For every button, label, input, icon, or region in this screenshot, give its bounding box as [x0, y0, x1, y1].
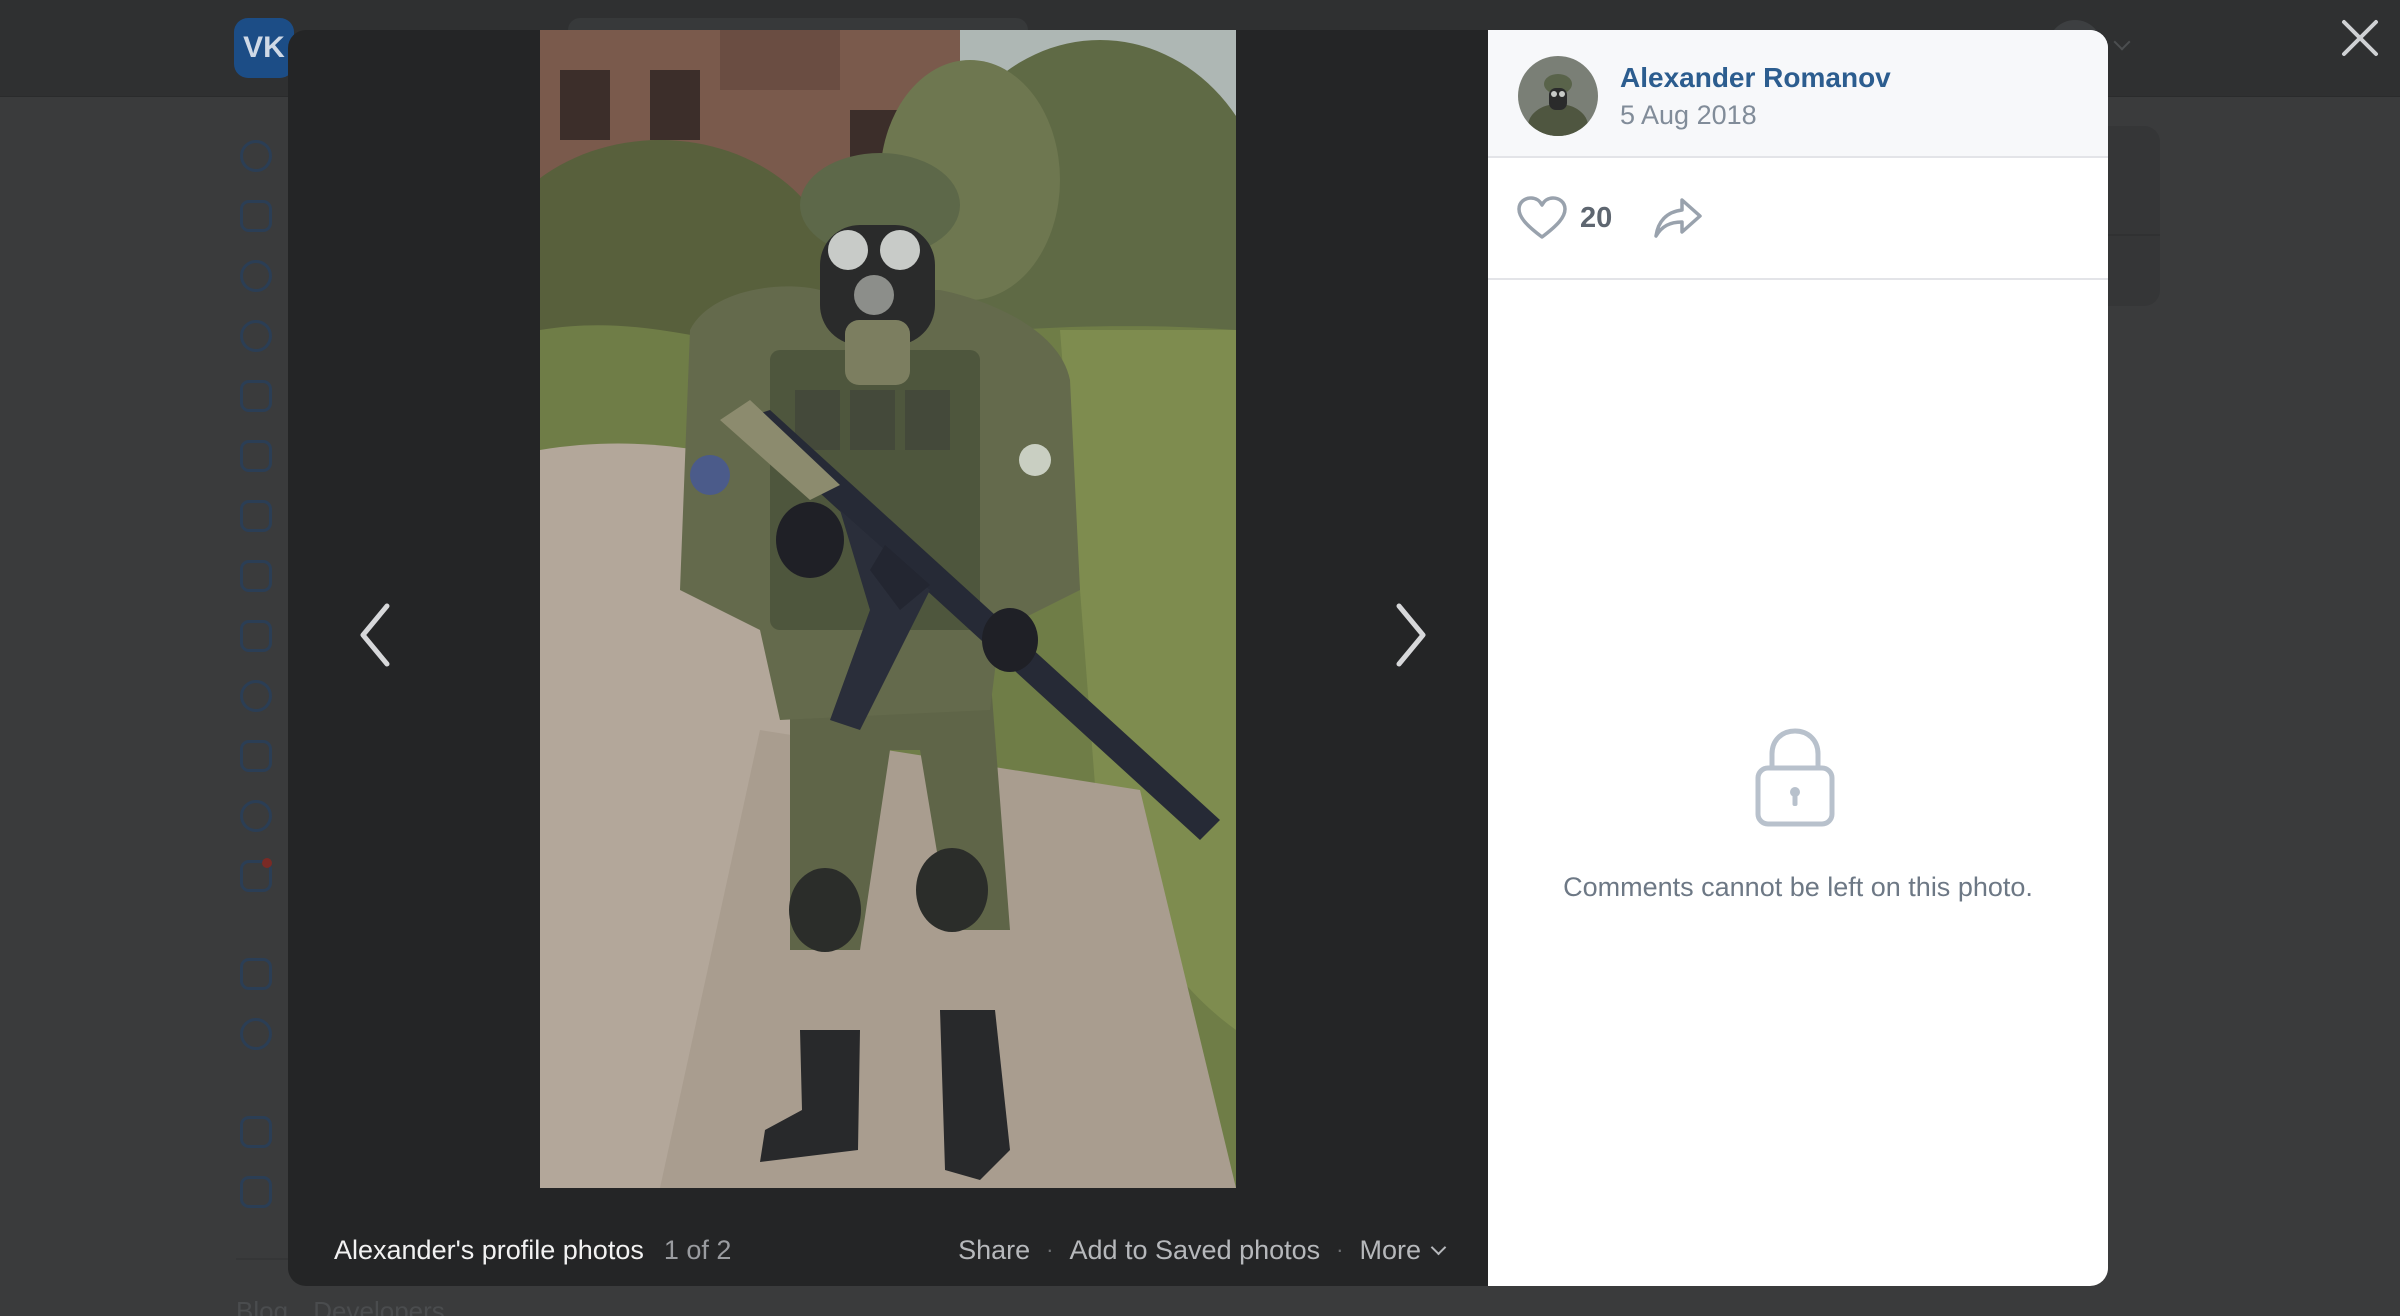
photo-actions: Share · Add to Saved photos · More: [958, 1214, 1447, 1286]
photo-bottom-bar: Alexander's profile photos 1 of 2 Share …: [288, 1214, 1488, 1286]
stickers-icon: [240, 800, 272, 832]
previous-photo-button[interactable]: [340, 570, 410, 700]
background-footer: Blog Developers: [236, 1296, 445, 1316]
share-button[interactable]: [1652, 194, 1704, 242]
action-separator: ·: [1336, 1237, 1344, 1262]
reactions-bar: 20: [1488, 158, 2108, 280]
communities-icon: [240, 440, 272, 472]
payments-icon: [240, 1018, 272, 1050]
music-icon: [240, 560, 272, 592]
games-icon: [240, 740, 272, 772]
chevron-down-icon: [2113, 33, 2131, 51]
footer-link-blog: Blog: [236, 1296, 289, 1316]
news-icon: [240, 200, 272, 232]
close-icon: [2342, 20, 2378, 56]
messages-icon: [240, 260, 272, 292]
calls-icon: [240, 320, 272, 352]
author-avatar-image: [1518, 56, 1598, 136]
author-header: Alexander Romanov 5 Aug 2018: [1488, 30, 2108, 158]
author-name-link[interactable]: Alexander Romanov: [1620, 62, 1891, 94]
soldier-photo-image: [540, 30, 1236, 1188]
add-to-saved-photos-link[interactable]: Add to Saved photos: [1069, 1235, 1320, 1266]
action-separator: ·: [1046, 1237, 1054, 1262]
comments-disabled-message: Comments cannot be left on this photo.: [1563, 872, 2033, 902]
photos-icon: [240, 500, 272, 532]
chevron-left-icon: [360, 603, 390, 667]
profile-icon: [240, 140, 272, 172]
clips-icon: [240, 680, 272, 712]
photo-pane: Alexander's profile photos 1 of 2 Share …: [288, 30, 1488, 1286]
heart-icon: [1517, 196, 1567, 239]
photo-viewer: Alexander's profile photos 1 of 2 Share …: [288, 30, 2108, 1286]
more-label: More: [1359, 1234, 1421, 1265]
bookmarks-icon: [240, 1116, 272, 1148]
background-footer-divider: [236, 1258, 296, 1260]
author-avatar[interactable]: [1518, 56, 1598, 136]
chevron-down-icon: [1430, 1239, 1447, 1255]
photo-counter: 1 of 2: [663, 1234, 732, 1265]
next-photo-button[interactable]: [1376, 570, 1446, 700]
footer-link-developers: Developers: [313, 1296, 445, 1316]
notification-dot: [262, 858, 272, 868]
like-button[interactable]: 20: [1516, 192, 1612, 244]
share-link[interactable]: Share: [958, 1235, 1030, 1266]
share-arrow-icon: [1654, 198, 1702, 238]
vk-logo: VK: [234, 18, 294, 78]
chevron-right-icon: [1396, 603, 1426, 667]
friends-icon: [240, 380, 272, 412]
photo-info-panel: Alexander Romanov 5 Aug 2018 20 Comments…: [1488, 30, 2108, 1286]
close-viewer-button[interactable]: [2338, 16, 2382, 60]
video-icon: [240, 620, 272, 652]
photo-date: 5 Aug 2018: [1620, 100, 1757, 130]
apps-icon: [240, 958, 272, 990]
album-title-link[interactable]: Alexander's profile photos: [334, 1235, 644, 1266]
like-count: 20: [1580, 201, 1613, 234]
lock-icon: [1750, 726, 1840, 828]
main-photo[interactable]: [540, 30, 1236, 1188]
ads-icon: [240, 1176, 272, 1208]
more-menu-button[interactable]: More: [1359, 1234, 1447, 1266]
